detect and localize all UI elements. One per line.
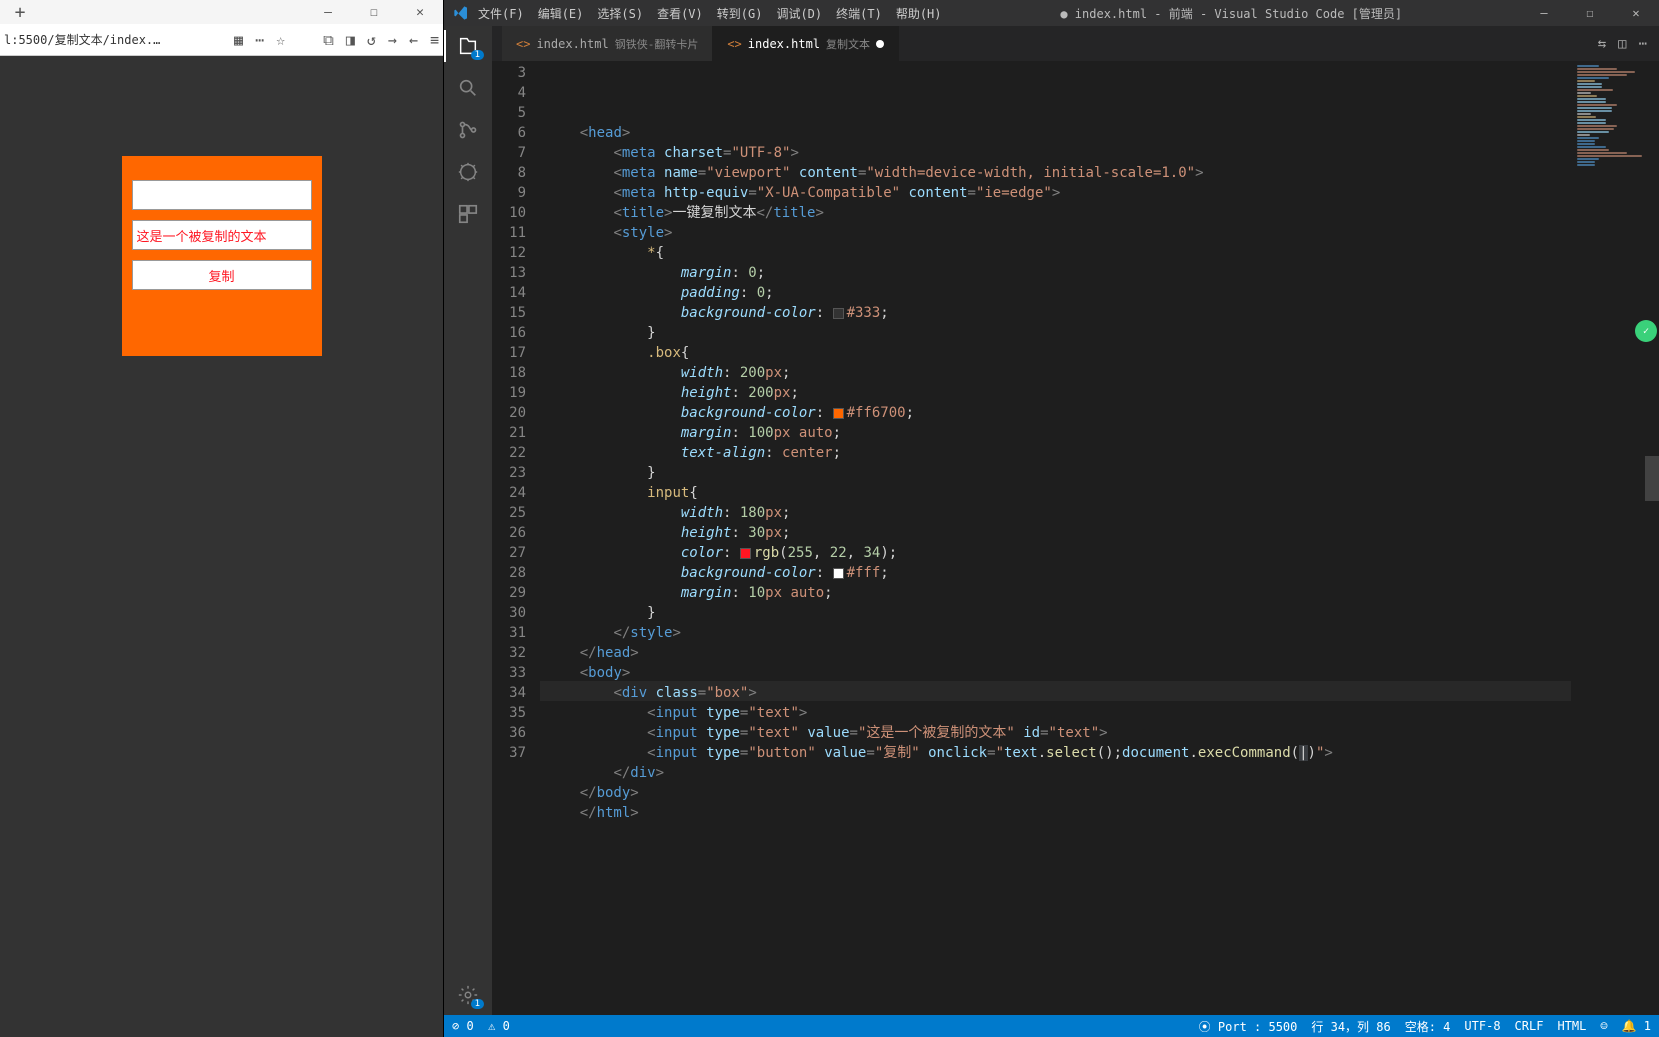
status-spaces[interactable]: 空格: 4 [1405,1018,1451,1035]
editor-tab-2[interactable]: <> index.html 复制文本 [713,26,899,61]
browser-titlebar: + — ☐ ✕ [0,0,443,24]
new-tab-button[interactable]: + [0,0,40,24]
vscode-menubar: 文件(F) 编辑(E) 选择(S) 查看(V) 转到(G) 调试(D) 终端(T… [478,5,942,22]
menu-file[interactable]: 文件(F) [478,5,524,22]
menu-debug[interactable]: 调试(D) [776,5,822,22]
browser-viewport [0,56,443,1037]
vscode-window: 文件(F) 编辑(E) 选择(S) 查看(V) 转到(G) 调试(D) 终端(T… [444,0,1659,1037]
browser-window: + — ☐ ✕ l:5500/复制文本/index.html ▦ ⋯ ☆ ⧉ ◨… [0,0,444,1037]
menu-icon[interactable]: ≡ [430,31,439,49]
more-icon[interactable]: ⋯ [255,31,264,49]
minimap-overview [1577,65,1649,155]
back-icon[interactable]: ← [409,31,418,49]
copy-button[interactable] [132,260,312,290]
explorer-badge: 1 [471,50,484,60]
status-bar: ⊘ 0 ⚠ 0 ⦿ Port : 5500 行 34，列 86 空格: 4 UT… [444,1015,1659,1037]
toolbar-icons: ▦ ⋯ ☆ ⧉ ◨ ↺ → ← ≡ [234,31,439,49]
demo-input-1[interactable] [132,180,312,210]
menu-goto[interactable]: 转到(G) [717,5,763,22]
tab-sub: 复制文本 [826,36,870,52]
status-errors[interactable]: ⊘ 0 ⚠ 0 [452,1019,510,1033]
settings-badge: 1 [471,999,484,1009]
status-eol[interactable]: CRLF [1515,1019,1544,1033]
status-encoding[interactable]: UTF-8 [1464,1019,1500,1033]
status-feedback[interactable]: ☺ [1600,1019,1607,1033]
forward-icon[interactable]: → [388,31,397,49]
search-icon[interactable] [456,76,480,100]
html-file-icon: <> [516,37,530,51]
qr-icon[interactable]: ▦ [234,31,243,49]
menu-view[interactable]: 查看(V) [657,5,703,22]
status-right: ⦿ Port : 5500 行 34，列 86 空格: 4 UTF-8 CRLF… [1199,1018,1651,1035]
code-content[interactable]: <head> <meta charset="UTF-8"> <meta name… [540,61,1571,1015]
browser-toolbar: l:5500/复制文本/index.html ▦ ⋯ ☆ ⧉ ◨ ↺ → ← ≡ [0,24,443,56]
editor-area: <> index.html 钢铁侠-翻转卡片 <> index.html 复制文… [492,26,1659,1015]
minimap[interactable] [1571,61,1659,1015]
code-editor[interactable]: 3456789101112131415161718192021222324252… [492,61,1659,1015]
more-actions-icon[interactable]: ⋯ [1639,36,1647,52]
debug-icon[interactable] [456,160,480,184]
tab-actions: ⇆ ◫ ⋯ [1598,26,1659,61]
menu-terminal[interactable]: 终端(T) [836,5,882,22]
sidebar-icon[interactable]: ◨ [346,31,355,49]
demo-box [122,156,322,356]
vscode-maximize-icon[interactable]: ☐ [1567,6,1613,20]
scrollbar-thumb[interactable] [1645,456,1659,501]
status-left: ⊘ 0 ⚠ 0 [452,1019,510,1033]
vscode-title: ● index.html - 前端 - Visual Studio Code [… [942,5,1522,22]
settings-gear-icon[interactable]: 1 [456,983,480,1007]
library-icon[interactable]: ⧉ [323,31,334,49]
refresh-icon[interactable]: ↺ [367,31,376,49]
menu-select[interactable]: 选择(S) [597,5,643,22]
favorite-icon[interactable]: ☆ [276,31,285,49]
tab-label: index.html [536,37,608,51]
explorer-icon[interactable]: 1 [456,34,480,58]
split-editor-icon[interactable]: ◫ [1618,36,1626,52]
status-lncol[interactable]: 行 34，列 86 [1311,1018,1390,1035]
menu-edit[interactable]: 编辑(E) [538,5,584,22]
status-port[interactable]: ⦿ Port : 5500 [1199,1018,1298,1035]
compare-icon[interactable]: ⇆ [1598,36,1606,52]
vscode-close-icon[interactable]: ✕ [1613,6,1659,20]
tab-sub: 钢铁侠-翻转卡片 [615,36,699,52]
vscode-minimize-icon[interactable]: — [1521,6,1567,20]
maximize-icon[interactable]: ☐ [351,0,397,24]
html-file-icon: <> [727,37,741,51]
vscode-window-controls: — ☐ ✕ [1521,6,1659,20]
line-gutter: 3456789101112131415161718192021222324252… [492,61,540,1015]
extensions-icon[interactable] [456,202,480,226]
minimize-icon[interactable]: — [305,0,351,24]
demo-input-2[interactable] [132,220,312,250]
vscode-titlebar: 文件(F) 编辑(E) 选择(S) 查看(V) 转到(G) 调试(D) 终端(T… [444,0,1659,26]
source-control-icon[interactable] [456,118,480,142]
close-icon[interactable]: ✕ [397,0,443,24]
activity-bar: 1 1 [444,26,492,1015]
vscode-logo-icon [450,2,472,24]
editor-tabs: <> index.html 钢铁侠-翻转卡片 <> index.html 复制文… [492,26,1659,61]
status-lang[interactable]: HTML [1557,1019,1586,1033]
floating-badge[interactable]: ✓ [1635,320,1657,342]
menu-help[interactable]: 帮助(H) [896,5,942,22]
editor-tab-1[interactable]: <> index.html 钢铁侠-翻转卡片 [502,26,713,61]
status-bell[interactable]: 🔔 1 [1622,1019,1651,1033]
vscode-body: 1 1 <> inde [444,26,1659,1015]
address-bar[interactable]: l:5500/复制文本/index.html [4,31,164,48]
modified-dot-icon [876,40,884,48]
tab-label: index.html [748,37,820,51]
browser-window-controls: — ☐ ✕ [305,0,443,24]
